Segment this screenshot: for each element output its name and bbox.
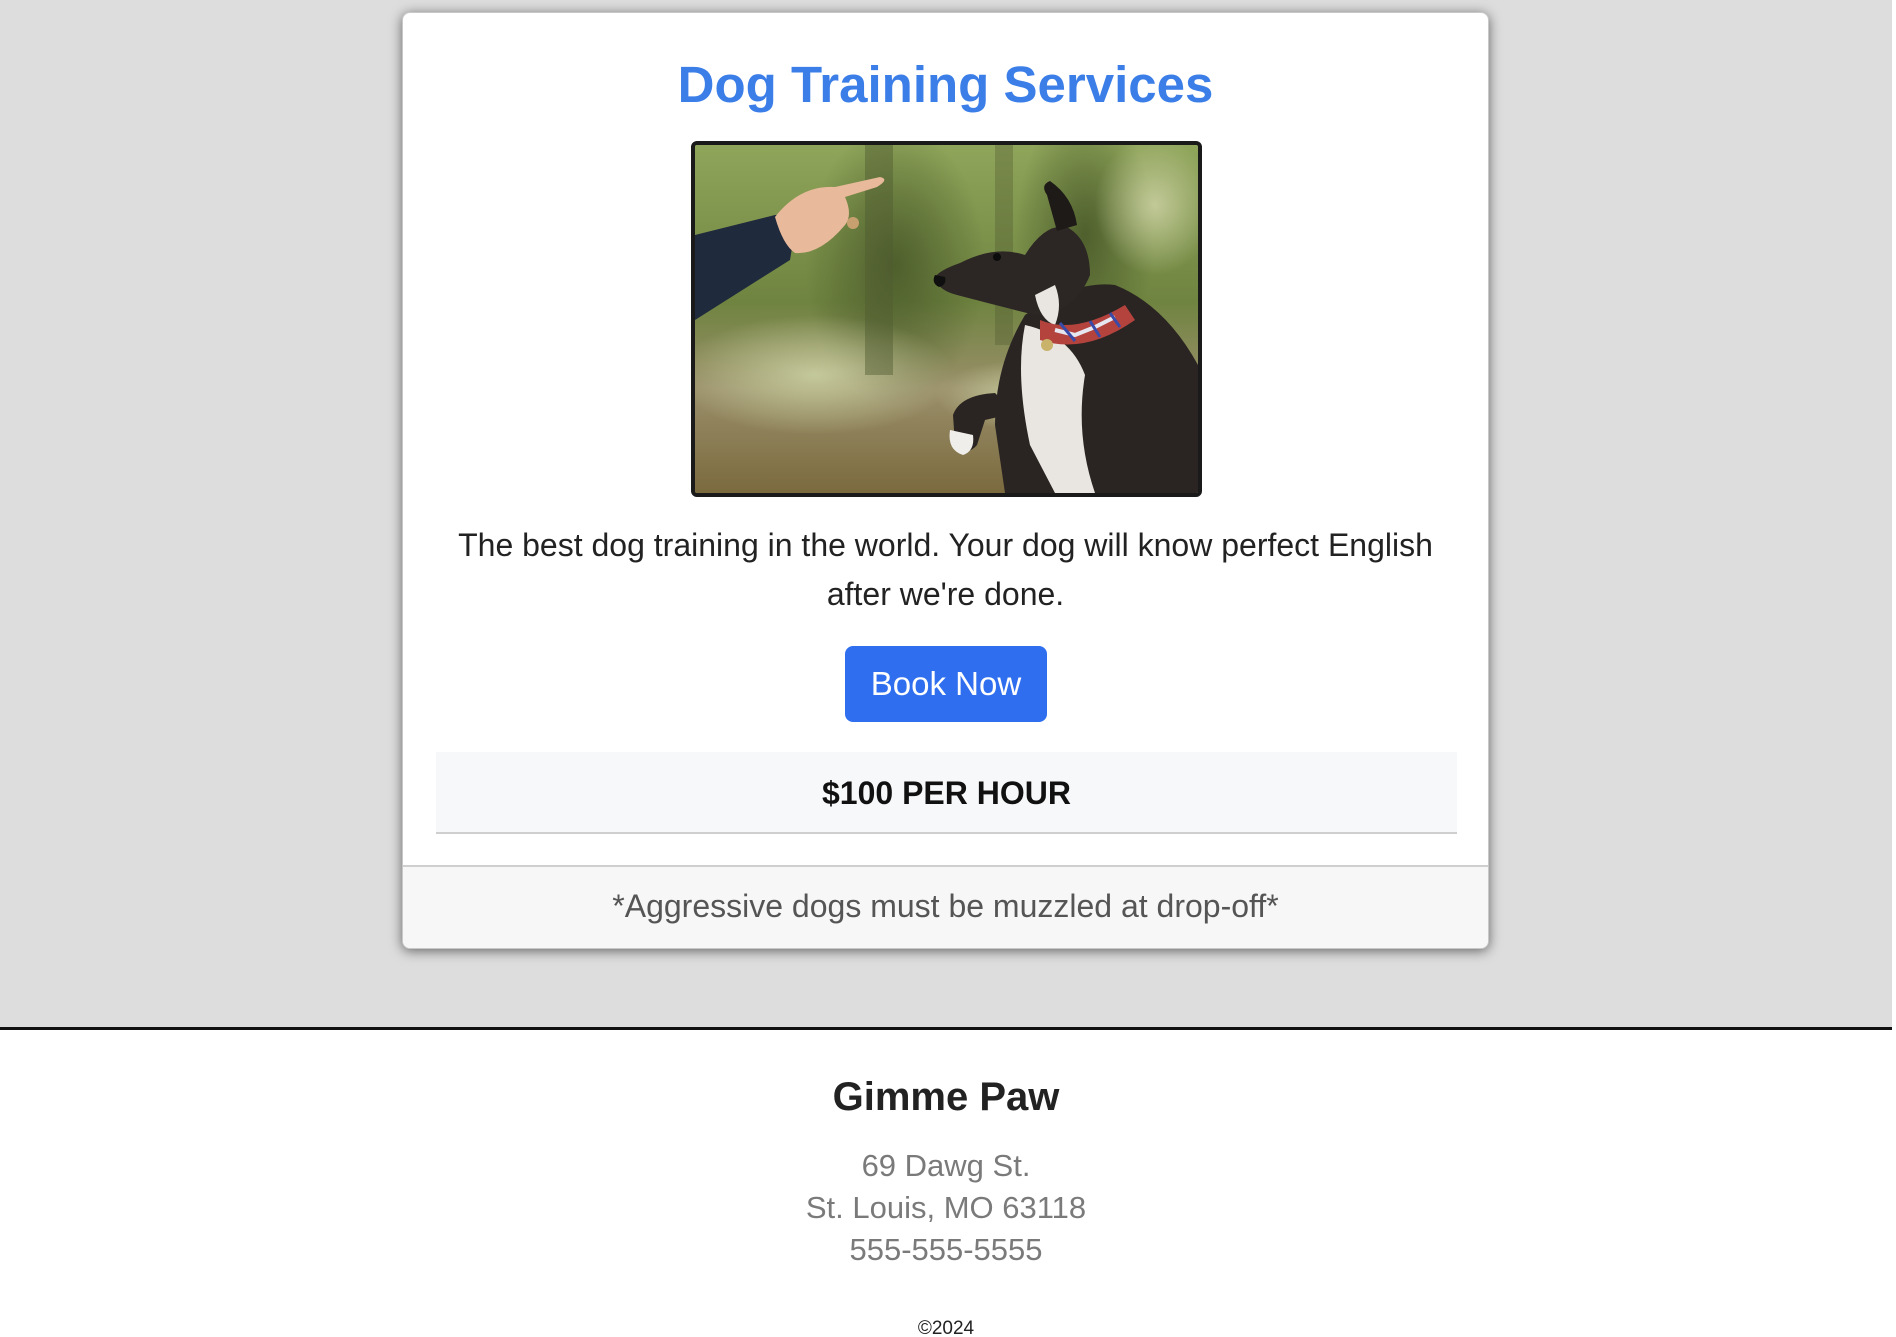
page: Dog Training Services The best dog train…: [0, 0, 1896, 1337]
book-now-button[interactable]: Book Now: [845, 646, 1047, 722]
address-line-city: St. Louis, MO 63118: [805, 1190, 1087, 1225]
site-footer: Gimme Paw 69 Dawg St. St. Louis, MO 6311…: [0, 1033, 1892, 1337]
hero-section: Dog Training Services The best dog train…: [0, 0, 1892, 1030]
contact-address: 69 Dawg St. St. Louis, MO 63118 555-555-…: [0, 1145, 1892, 1271]
phone-number: 555-555-5555: [849, 1232, 1043, 1267]
brand-name: Gimme Paw: [832, 1075, 1060, 1119]
service-card: Dog Training Services The best dog train…: [402, 12, 1489, 949]
address-line-street: 69 Dawg St.: [861, 1148, 1031, 1183]
price-label: $100 PER HOUR: [436, 752, 1457, 834]
dog-training-photo: [691, 141, 1202, 497]
card-title: Dog Training Services: [677, 56, 1214, 113]
copyright: ©2024: [917, 1318, 975, 1337]
card-footer-note: *Aggressive dogs must be muzzled at drop…: [403, 865, 1488, 948]
service-description: The best dog training in the world. Your…: [458, 527, 1433, 612]
